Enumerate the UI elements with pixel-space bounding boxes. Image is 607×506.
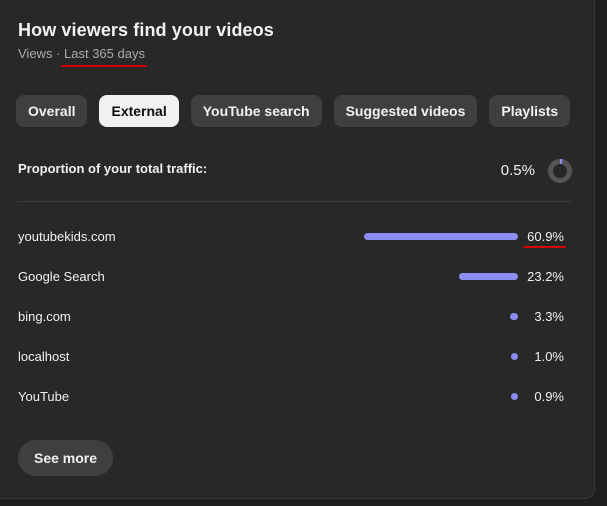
source-bar (511, 353, 518, 360)
source-name: youtubekids.com (18, 229, 116, 244)
source-percent: 3.3% (534, 309, 564, 324)
source-bar (511, 393, 518, 400)
source-percent-value: 60.9% (527, 229, 564, 244)
proportion-donut-icon (548, 159, 572, 183)
source-percent: 23.2% (527, 269, 564, 284)
source-percent: 60.9% (523, 229, 566, 248)
see-more-button[interactable]: See more (18, 440, 114, 476)
source-percent-text: 60.9% (523, 229, 566, 248)
source-name: Google Search (18, 269, 105, 284)
traffic-tabs: Overall External YouTube search Suggeste… (16, 95, 571, 127)
list-item[interactable]: Google Search 23.2% (18, 256, 566, 296)
card-title: How viewers find your videos (18, 20, 274, 40)
card-subtitle: Views · Last 365 days (18, 46, 147, 67)
divider (18, 201, 572, 202)
source-bar (459, 273, 518, 280)
source-name: bing.com (18, 309, 71, 324)
source-percent: 0.9% (534, 389, 564, 404)
source-name: YouTube (18, 389, 70, 404)
tab-overall[interactable]: Overall (16, 95, 88, 127)
traffic-source-card: How viewers find your videos Views · Las… (0, 0, 595, 499)
proportion-label: Proportion of your total traffic: (18, 161, 208, 176)
source-list: youtubekids.com 60.9% Google Search 23.2… (18, 216, 566, 416)
source-bar (364, 233, 518, 240)
tab-youtube-search[interactable]: YouTube search (190, 95, 322, 127)
proportion-value: 0.5% (500, 162, 535, 179)
date-range-text: Last 365 days (64, 46, 145, 61)
tab-playlists[interactable]: Playlists (489, 95, 571, 127)
donut-track (548, 159, 572, 183)
list-item[interactable]: YouTube 0.9% (18, 376, 566, 416)
tab-external[interactable]: External (99, 95, 179, 127)
source-name: localhost (18, 349, 70, 364)
source-bar (510, 313, 518, 320)
metric-label: Views (18, 46, 53, 61)
subtitle-separator: · (52, 46, 65, 61)
annotation-underline (61, 65, 147, 67)
list-item[interactable]: localhost 1.0% (18, 336, 566, 376)
list-item[interactable]: bing.com 3.3% (18, 296, 566, 336)
date-range-label: Last 365 days (61, 46, 147, 67)
annotation-underline (523, 246, 566, 248)
list-item[interactable]: youtubekids.com 60.9% (18, 216, 566, 256)
source-percent: 1.0% (534, 349, 564, 364)
tab-suggested-videos[interactable]: Suggested videos (333, 95, 478, 127)
